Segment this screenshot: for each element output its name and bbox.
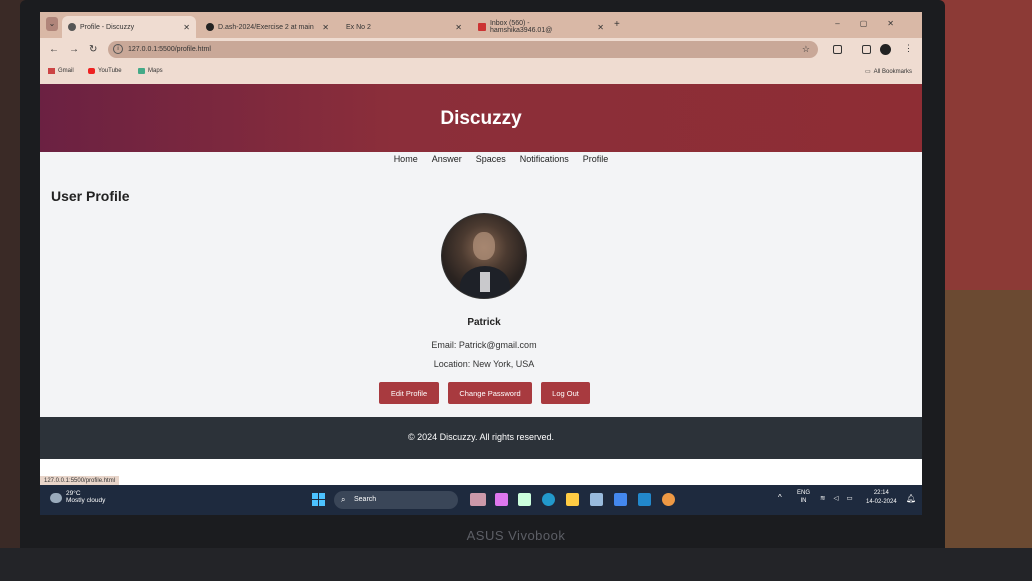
laptop-brand: ASUS Vivobook bbox=[466, 528, 566, 543]
notification-bell-icon[interactable]: 🔔︎ bbox=[906, 494, 916, 503]
search-label: Search bbox=[354, 496, 377, 503]
maps-icon bbox=[138, 68, 145, 74]
browser-tab-bar: ⌄ Profile - Discuzzy ✕ D.ash-2024/Exerci… bbox=[40, 12, 922, 38]
logout-button[interactable]: Log Out bbox=[541, 382, 590, 404]
weather-desc: Mostly cloudy bbox=[66, 497, 106, 504]
bookmark-gmail[interactable]: Gmail bbox=[48, 68, 74, 74]
tab-github[interactable]: D.ash-2024/Exercise 2 at main ✕ bbox=[200, 16, 335, 38]
main-nav: Home Answer Spaces Notifications Profile bbox=[40, 154, 922, 164]
bookmark-label: Gmail bbox=[58, 68, 74, 74]
all-bookmarks-label: All Bookmarks bbox=[873, 68, 912, 75]
app-icon[interactable] bbox=[614, 493, 627, 506]
close-tab-icon[interactable]: ✕ bbox=[322, 23, 329, 32]
folder-icon: ▭ bbox=[864, 69, 871, 75]
site-title: Discuzzy bbox=[440, 108, 522, 129]
avatar-shirt bbox=[480, 272, 490, 292]
footer-copyright: © 2024 Discuzzy. All rights reserved. bbox=[407, 432, 555, 442]
clock-time: 22:14 bbox=[873, 490, 889, 496]
file-explorer-icon[interactable] bbox=[566, 493, 579, 506]
tab-profile[interactable]: Profile - Discuzzy ✕ bbox=[62, 16, 196, 38]
bookmark-label: Maps bbox=[148, 68, 163, 74]
store-icon[interactable] bbox=[590, 493, 603, 506]
youtube-icon bbox=[88, 68, 95, 74]
tab-exercise[interactable]: Ex No 2 ✕ bbox=[340, 16, 468, 38]
site-header: Discuzzy bbox=[40, 84, 922, 152]
lang-bottom: IN bbox=[800, 498, 807, 504]
chrome-favicon-icon bbox=[68, 23, 76, 31]
bookmarks-bar: Gmail YouTube Maps ▭ All Bookmarks bbox=[40, 62, 922, 84]
laptop-base bbox=[0, 548, 1032, 581]
tab-label: Profile - Discuzzy bbox=[80, 23, 135, 31]
all-bookmarks[interactable]: ▭ All Bookmarks bbox=[864, 68, 912, 76]
task-view-icon[interactable] bbox=[518, 493, 531, 506]
gmail-icon bbox=[478, 23, 486, 31]
extensions-icon[interactable] bbox=[833, 45, 842, 54]
search-icon: ⌕ bbox=[341, 495, 346, 504]
profile-location: Location: New York, USA bbox=[433, 359, 535, 369]
new-tab-icon[interactable]: + bbox=[614, 19, 620, 30]
clock-date: 14-02-2024 bbox=[866, 499, 897, 505]
close-tab-icon[interactable]: ✕ bbox=[183, 23, 190, 32]
bookmark-youtube[interactable]: YouTube bbox=[88, 68, 122, 74]
menu-icon[interactable]: ⋮ bbox=[904, 43, 913, 54]
nav-spaces[interactable]: Spaces bbox=[476, 154, 506, 164]
site-footer: © 2024 Discuzzy. All rights reserved. bbox=[40, 417, 922, 459]
back-icon[interactable]: ← bbox=[49, 44, 59, 55]
nav-home[interactable]: Home bbox=[394, 154, 418, 164]
weather-temp: 29°C bbox=[66, 490, 81, 497]
profile-avatar-icon[interactable] bbox=[880, 44, 891, 55]
nav-profile[interactable]: Profile bbox=[583, 154, 609, 164]
lang-top: ENG bbox=[797, 490, 811, 496]
bookmark-star-icon[interactable]: ☆ bbox=[802, 41, 810, 58]
gmail-icon bbox=[48, 68, 55, 74]
page-body: Home Answer Spaces Notifications Profile… bbox=[40, 152, 922, 417]
github-icon bbox=[206, 23, 214, 31]
battery-icon: ▭ bbox=[846, 495, 853, 502]
bookmark-maps[interactable]: Maps bbox=[138, 68, 163, 74]
address-url: 127.0.0.1:5500/profile.html bbox=[128, 46, 211, 53]
system-tray[interactable]: ≋ ◁ ▭ bbox=[820, 494, 853, 502]
tab-search-button[interactable]: ⌄ bbox=[46, 17, 58, 31]
reload-icon[interactable]: ↻ bbox=[89, 44, 97, 55]
close-tab-icon[interactable]: ✕ bbox=[455, 23, 462, 32]
tray-chevron-icon[interactable]: ^ bbox=[778, 493, 782, 502]
chrome-icon[interactable] bbox=[662, 493, 675, 506]
tab-label: Inbox (560) - hamshika3946.01@ bbox=[489, 20, 553, 34]
edge-icon[interactable] bbox=[542, 493, 555, 506]
wifi-icon: ≋ bbox=[820, 495, 826, 502]
nav-answer[interactable]: Answer bbox=[432, 154, 462, 164]
copilot-icon[interactable] bbox=[470, 493, 486, 506]
vscode-icon[interactable] bbox=[638, 493, 651, 506]
profile-name: Patrick bbox=[467, 317, 501, 328]
page-title: User Profile bbox=[51, 188, 130, 204]
profile-email: Email: Patrick@gmail.com bbox=[431, 340, 537, 350]
volume-icon: ◁ bbox=[833, 495, 839, 502]
page-bottom bbox=[40, 459, 922, 484]
cloudy-icon bbox=[50, 493, 62, 503]
browser-toolbar: ← → ↻ i 127.0.0.1:5500/profile.html ☆ ⋮ bbox=[40, 38, 922, 62]
widgets-icon[interactable] bbox=[495, 493, 508, 506]
windows-taskbar: 29°C Mostly cloudy ⌕ Search ^ ENG IN ≋ ◁… bbox=[40, 485, 922, 515]
nav-notifications[interactable]: Notifications bbox=[520, 154, 569, 164]
tab-inbox[interactable]: Inbox (560) - hamshika3946.01@ ✕ bbox=[472, 16, 610, 38]
taskbar-search[interactable]: ⌕ Search bbox=[334, 491, 458, 509]
tab-label: Ex No 2 bbox=[346, 23, 371, 31]
site-info-icon[interactable]: i bbox=[113, 44, 123, 54]
language-indicator[interactable]: ENG IN bbox=[797, 489, 810, 505]
tab-label: D.ash-2024/Exercise 2 at main bbox=[218, 23, 314, 31]
clock[interactable]: 22:14 14-02-2024 bbox=[866, 489, 897, 507]
weather-widget[interactable]: 29°C Mostly cloudy bbox=[50, 490, 105, 504]
avatar-face bbox=[473, 232, 495, 260]
edit-profile-button[interactable]: Edit Profile bbox=[379, 382, 439, 404]
side-panel-icon[interactable] bbox=[862, 45, 871, 54]
change-password-button[interactable]: Change Password bbox=[448, 382, 532, 404]
windows-start-icon[interactable] bbox=[312, 493, 325, 506]
screen: ⌄ Profile - Discuzzy ✕ D.ash-2024/Exerci… bbox=[40, 12, 922, 515]
bookmark-label: YouTube bbox=[98, 68, 122, 74]
forward-icon[interactable]: → bbox=[69, 44, 79, 55]
address-bar[interactable]: i 127.0.0.1:5500/profile.html ☆ bbox=[108, 41, 818, 58]
close-tab-icon[interactable]: ✕ bbox=[597, 23, 604, 32]
window-controls[interactable]: –▢✕ bbox=[835, 19, 914, 28]
profile-avatar bbox=[441, 213, 527, 299]
